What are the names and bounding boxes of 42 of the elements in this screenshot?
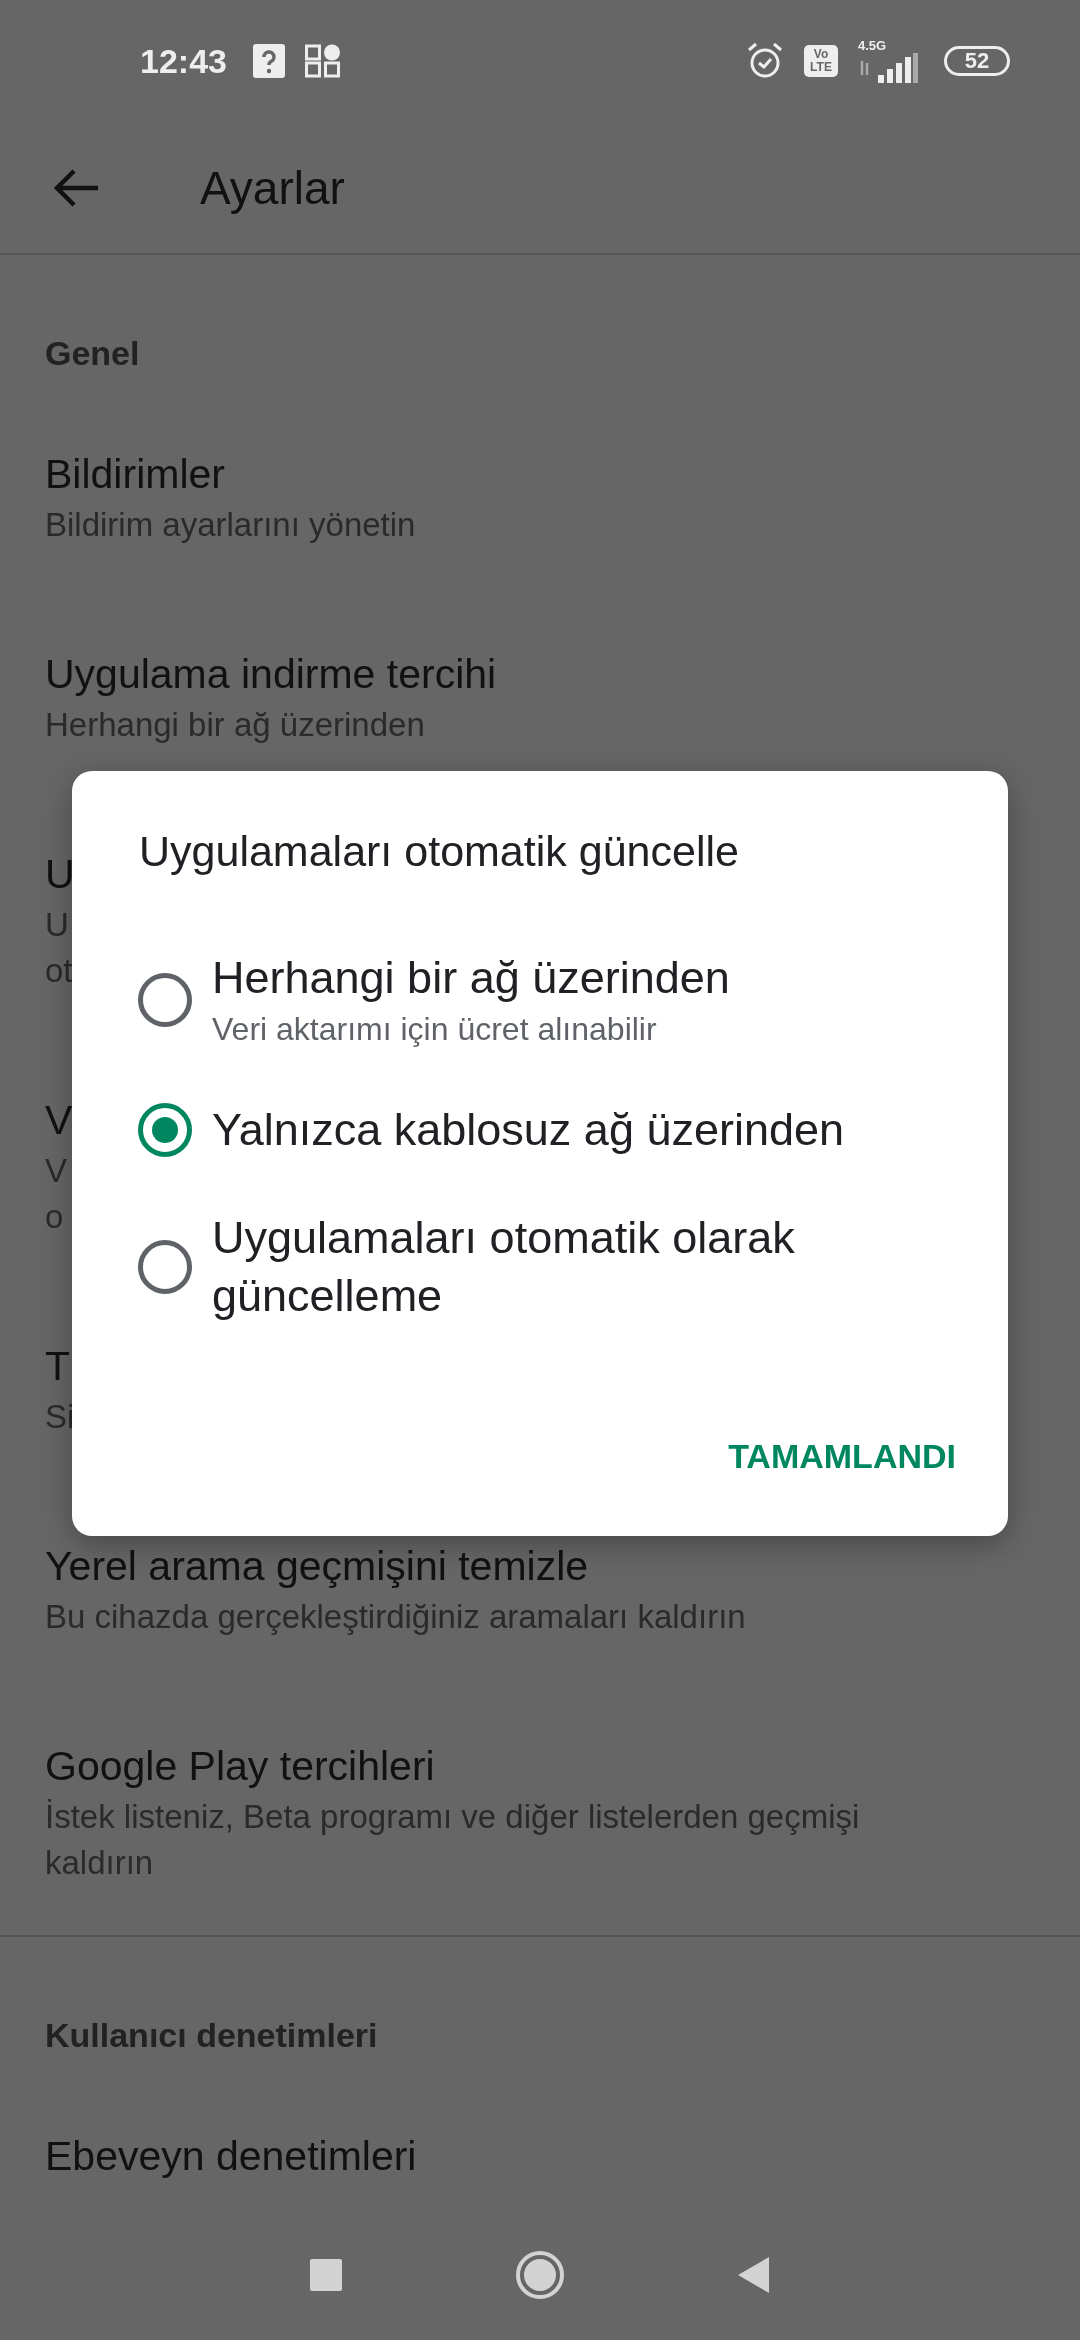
option-description: Veri aktarımı için ücret alınabilir	[212, 1010, 657, 1049]
apps-grid-icon	[304, 44, 341, 78]
option-label[interactable]: Herhangi bir ağ üzerinden	[212, 949, 730, 1007]
section-header: Genel	[44, 333, 141, 374]
setting-description: Bildirim ayarlarını yönetin	[45, 505, 416, 545]
back-arrow-icon[interactable]	[52, 167, 100, 208]
setting-title[interactable]: Uygulama indirme tercihi	[45, 646, 497, 702]
setting-title[interactable]: T	[45, 1338, 71, 1394]
setting-description: Herhangi bir ağ üzerinden	[45, 705, 425, 745]
help-icon	[252, 44, 285, 78]
setting-description: Si	[45, 1397, 75, 1437]
setting-description: kaldırın	[45, 1843, 154, 1883]
setting-description: V	[45, 1151, 67, 1191]
option-label[interactable]: Yalnızca kablosuz ağ üzerinden	[212, 1101, 845, 1159]
setting-title[interactable]: Ebeveyn denetimleri	[45, 2128, 417, 2184]
radio-button[interactable]	[138, 1240, 192, 1294]
section-header: Kullanıcı denetimleri	[44, 2015, 379, 2056]
done-button[interactable]: TAMAMLANDI	[716, 1417, 968, 1496]
back-icon[interactable]	[737, 2256, 771, 2294]
setting-title[interactable]: V	[45, 1092, 73, 1148]
volte-badge: Vo LTE	[804, 45, 838, 77]
radio-button[interactable]	[138, 1103, 192, 1157]
alarm-icon	[746, 42, 784, 80]
signal-icon	[858, 53, 918, 83]
page-title: Ayarlar	[200, 160, 345, 215]
setting-description: Bu cihazda gerçekleştirdiğiniz aramaları kaldırın	[45, 1597, 746, 1637]
setting-description: U	[45, 905, 69, 945]
setting-description: o	[45, 1197, 64, 1237]
radio-button[interactable]	[138, 973, 192, 1027]
network-type: 4.5G	[858, 39, 887, 53]
home-icon[interactable]	[515, 2250, 565, 2300]
battery-indicator: 52	[944, 46, 1010, 76]
setting-title[interactable]: U	[45, 846, 75, 902]
setting-description: ot	[45, 951, 73, 991]
status-time: 12:43	[140, 41, 227, 81]
setting-title[interactable]: Google Play tercihleri	[45, 1738, 435, 1794]
option-label[interactable]: Uygulamaları otomatik olarak güncelleme	[212, 1209, 912, 1325]
setting-description: İstek listeniz, Beta programı ve diğer listelerden geçmişi	[45, 1797, 860, 1837]
recents-icon[interactable]	[309, 2258, 343, 2292]
setting-title[interactable]: Yerel arama geçmişini temizle	[45, 1538, 589, 1594]
dialog-title: Uygulamaları otomatik güncelle	[138, 826, 740, 877]
setting-title[interactable]: Bildirimler	[45, 446, 225, 502]
